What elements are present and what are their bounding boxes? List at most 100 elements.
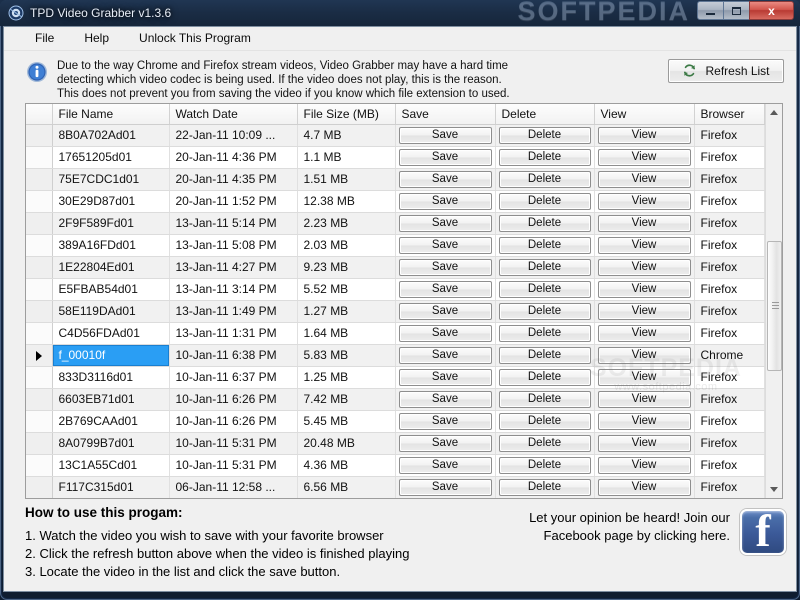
save-button[interactable]: Save xyxy=(398,456,492,474)
row-selector-cell[interactable] xyxy=(26,432,53,455)
menu-item-unlock[interactable]: Unlock This Program xyxy=(130,28,260,48)
view-button[interactable]: View xyxy=(597,148,691,166)
maximize-button[interactable] xyxy=(723,1,750,20)
row-selector-cell[interactable] xyxy=(26,322,53,345)
table-row[interactable]: 8B0A702Ad01 22-Jan-11 10:09 ... 4.7 MB Save… xyxy=(26,124,765,147)
save-button[interactable]: Save xyxy=(398,148,492,166)
table-row[interactable]: 13C1A55Cd01 10-Jan-11 5:31 PM 4.36 MB Save D… xyxy=(26,454,765,477)
table-row[interactable]: 2B769CAAd01 10-Jan-11 6:26 PM 5.45 MB Save D… xyxy=(26,410,765,433)
scrollbar-thumb[interactable] xyxy=(766,240,782,371)
view-button[interactable]: View xyxy=(597,214,691,232)
view-button[interactable]: View xyxy=(597,258,691,276)
table-row[interactable]: F117C315d01 06-Jan-11 12:58 ... 6.56 MB Sav… xyxy=(26,476,765,498)
row-selector-cell[interactable] xyxy=(26,476,53,498)
row-selector-cell[interactable] xyxy=(26,234,53,257)
view-button[interactable]: View xyxy=(597,456,691,474)
table-row[interactable]: 6603EB71d01 10-Jan-11 6:26 PM 7.42 MB Save D… xyxy=(26,388,765,411)
save-button[interactable]: Save xyxy=(398,324,492,342)
delete-button[interactable]: Delete xyxy=(498,302,591,320)
table-row[interactable]: E5FBAB54d01 13-Jan-11 3:14 PM 5.52 MB Save D… xyxy=(26,278,765,301)
table-row[interactable]: 58E119DAd01 13-Jan-11 1:49 PM 1.27 MB Save D… xyxy=(26,300,765,323)
row-selector-cell[interactable] xyxy=(26,168,53,191)
view-button[interactable]: View xyxy=(597,126,691,144)
view-button[interactable]: View xyxy=(597,390,691,408)
column-header-file-name[interactable]: File Name xyxy=(52,103,170,125)
view-button[interactable]: View xyxy=(597,368,691,386)
minimize-button[interactable] xyxy=(697,1,724,20)
delete-button[interactable]: Delete xyxy=(498,214,591,232)
delete-button[interactable]: Delete xyxy=(498,478,591,496)
scrollbar-track[interactable] xyxy=(765,120,782,481)
table-row[interactable]: 1E22804Ed01 13-Jan-11 4:27 PM 9.23 MB Save D… xyxy=(26,256,765,279)
view-button[interactable]: View xyxy=(597,412,691,430)
view-button[interactable]: View xyxy=(597,478,691,496)
row-selector-cell[interactable] xyxy=(26,256,53,279)
refresh-list-button[interactable]: Refresh List xyxy=(668,58,784,83)
view-button[interactable]: View xyxy=(597,346,691,364)
save-button[interactable]: Save xyxy=(398,214,492,232)
column-header-watch-date[interactable]: Watch Date xyxy=(169,103,298,125)
save-button[interactable]: Save xyxy=(398,170,492,188)
save-button[interactable]: Save xyxy=(398,368,492,386)
row-selector-cell[interactable] xyxy=(26,146,53,169)
column-header-delete[interactable]: Delete xyxy=(495,103,595,125)
table-row[interactable]: 389A16FDd01 13-Jan-11 5:08 PM 2.03 MB Save D… xyxy=(26,234,765,257)
delete-button[interactable]: Delete xyxy=(498,324,591,342)
view-button[interactable]: View xyxy=(597,280,691,298)
save-button[interactable]: Save xyxy=(398,434,492,452)
save-button[interactable]: Save xyxy=(398,192,492,210)
column-header-browser[interactable]: Browser xyxy=(694,103,765,125)
delete-button[interactable]: Delete xyxy=(498,456,591,474)
menu-item-help[interactable]: Help xyxy=(75,28,118,48)
table-row[interactable]: f_00010f 10-Jan-11 6:38 PM 5.83 MB Save Dele… xyxy=(26,344,765,367)
save-button[interactable]: Save xyxy=(398,280,492,298)
view-button[interactable]: View xyxy=(597,302,691,320)
delete-button[interactable]: Delete xyxy=(498,390,591,408)
close-button[interactable]: x xyxy=(749,1,794,20)
delete-button[interactable]: Delete xyxy=(498,192,591,210)
delete-button[interactable]: Delete xyxy=(498,280,591,298)
scroll-up-button[interactable] xyxy=(765,103,782,121)
vertical-scrollbar[interactable] xyxy=(765,103,782,498)
save-button[interactable]: Save xyxy=(398,126,492,144)
table-row[interactable]: C4D56FDAd01 13-Jan-11 1:31 PM 1.64 MB Save D… xyxy=(26,322,765,345)
row-selector-cell[interactable] xyxy=(26,300,53,323)
save-button[interactable]: Save xyxy=(398,390,492,408)
delete-button[interactable]: Delete xyxy=(498,170,591,188)
delete-button[interactable]: Delete xyxy=(498,148,591,166)
row-selector-cell[interactable] xyxy=(26,344,53,367)
row-selector-cell[interactable] xyxy=(26,278,53,301)
row-selector-cell[interactable] xyxy=(26,366,53,389)
table-row[interactable]: 8A0799B7d01 10-Jan-11 5:31 PM 20.48 MB Save… xyxy=(26,432,765,455)
delete-button[interactable]: Delete xyxy=(498,258,591,276)
row-selector-cell[interactable] xyxy=(26,454,53,477)
row-selector-cell[interactable] xyxy=(26,212,53,235)
view-button[interactable]: View xyxy=(597,434,691,452)
column-header-file-size[interactable]: File Size (MB) xyxy=(297,103,396,125)
table-row[interactable]: 17651205d01 20-Jan-11 4:36 PM 1.1 MB Save De… xyxy=(26,146,765,169)
view-button[interactable]: View xyxy=(597,170,691,188)
delete-button[interactable]: Delete xyxy=(498,346,591,364)
delete-button[interactable]: Delete xyxy=(498,236,591,254)
delete-button[interactable]: Delete xyxy=(498,412,591,430)
facebook-icon[interactable]: f xyxy=(740,508,786,555)
delete-button[interactable]: Delete xyxy=(498,434,591,452)
row-selector-cell[interactable] xyxy=(26,190,53,213)
delete-button[interactable]: Delete xyxy=(498,126,591,144)
row-selector-cell[interactable] xyxy=(26,124,53,147)
table-row[interactable]: 75E7CDC1d01 20-Jan-11 4:35 PM 1.51 MB Save D… xyxy=(26,168,765,191)
column-header-view[interactable]: View xyxy=(594,103,695,125)
column-header-save[interactable]: Save xyxy=(395,103,496,125)
save-button[interactable]: Save xyxy=(398,346,492,364)
save-button[interactable]: Save xyxy=(398,258,492,276)
save-button[interactable]: Save xyxy=(398,236,492,254)
save-button[interactable]: Save xyxy=(398,302,492,320)
view-button[interactable]: View xyxy=(597,236,691,254)
menu-item-file[interactable]: File xyxy=(26,28,63,48)
save-button[interactable]: Save xyxy=(398,478,492,496)
scroll-down-button[interactable] xyxy=(765,481,782,498)
table-row[interactable]: 30E29D87d01 20-Jan-11 1:52 PM 12.38 MB Save… xyxy=(26,190,765,213)
table-row[interactable]: 833D3116d01 10-Jan-11 6:37 PM 1.25 MB Save D… xyxy=(26,366,765,389)
table-row[interactable]: 2F9F589Fd01 13-Jan-11 5:14 PM 2.23 MB Save D… xyxy=(26,212,765,235)
row-selector-cell[interactable] xyxy=(26,410,53,433)
